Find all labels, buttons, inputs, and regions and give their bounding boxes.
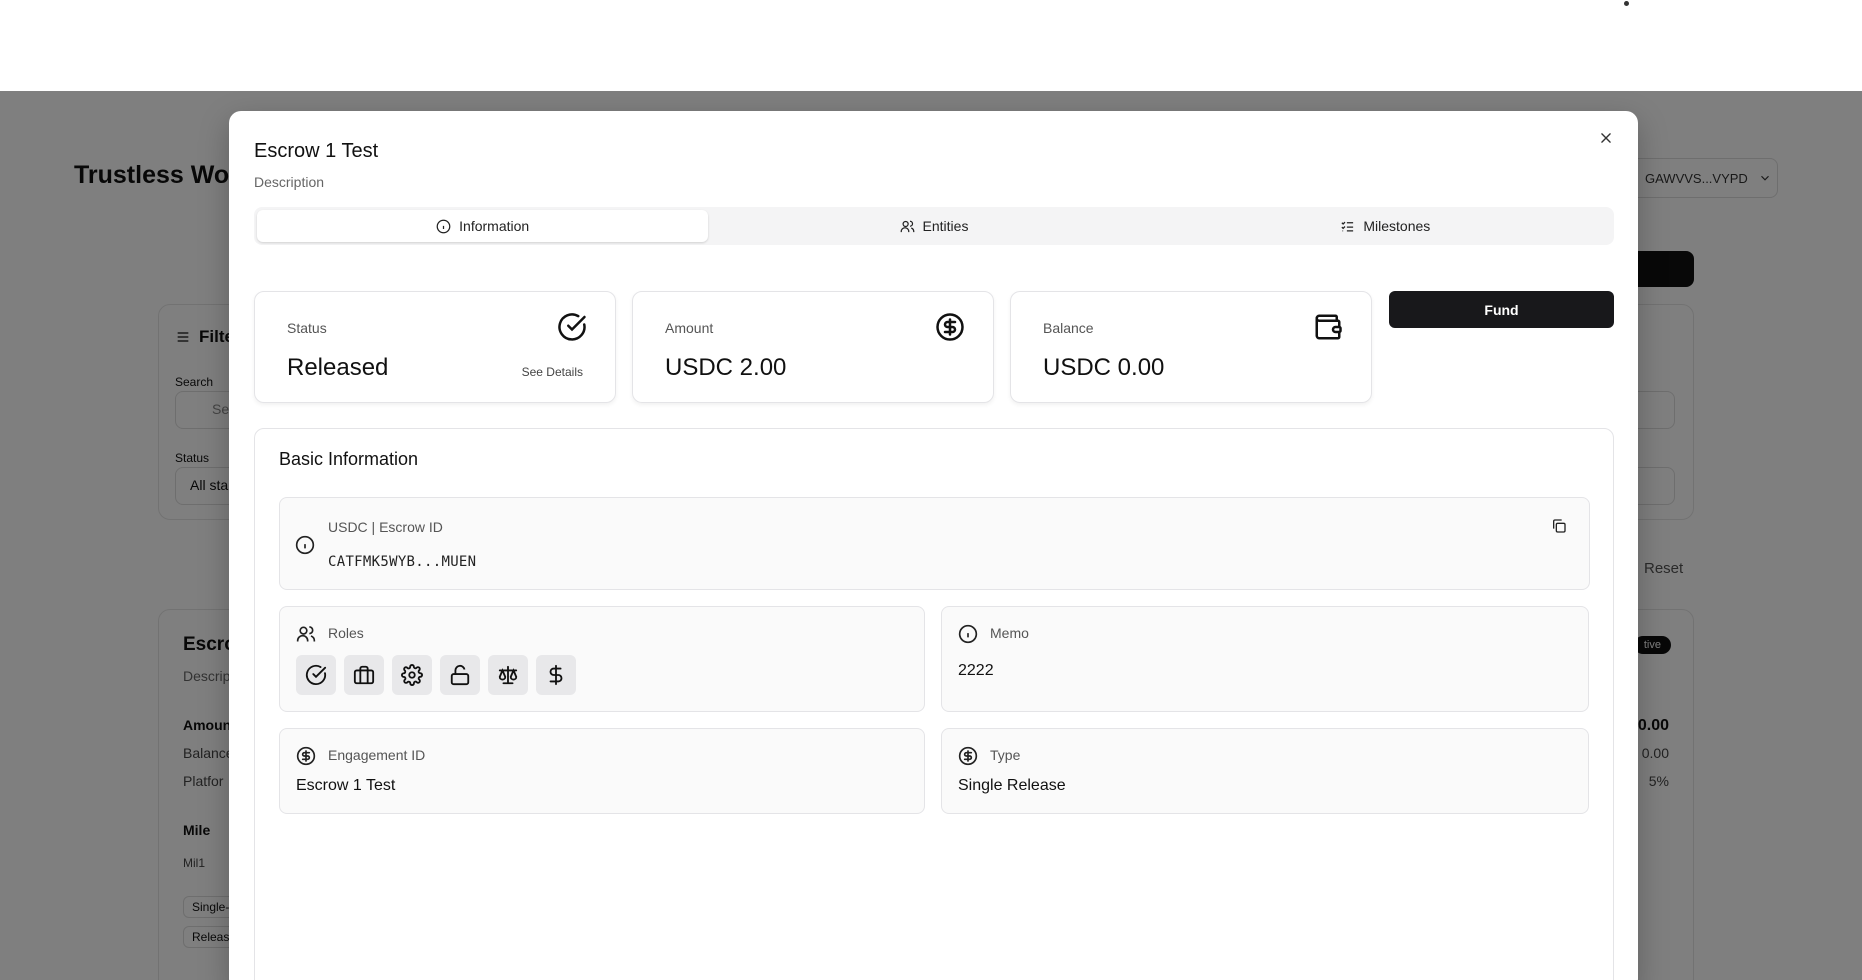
users-icon xyxy=(900,220,914,232)
receiver-role-button[interactable] xyxy=(536,655,576,695)
see-details-link[interactable]: See Details xyxy=(522,365,583,379)
top-strip xyxy=(0,0,1862,91)
unlock-icon xyxy=(450,664,470,686)
amount-value: USDC 2.00 xyxy=(665,354,787,381)
info-icon xyxy=(436,219,451,233)
list-checks-icon xyxy=(1341,221,1354,231)
escrow-details-dialog: Escrow 1 Test Description Information En… xyxy=(229,111,1638,980)
escrow-id-field: USDC | Escrow ID CATFMK5WYB...MUEN xyxy=(279,497,1590,590)
memo-field: Memo 2222 xyxy=(941,606,1589,712)
type-field: Type Single Release xyxy=(941,728,1589,814)
balance-value: USDC 0.00 xyxy=(1043,354,1165,381)
engagement-id-field: Engagement ID Escrow 1 Test xyxy=(279,728,925,814)
tab-label: Entities xyxy=(922,218,969,234)
status-card: Status Released See Details xyxy=(254,291,616,403)
release-signer-role-button[interactable] xyxy=(440,655,480,695)
fund-button[interactable]: Fund xyxy=(1389,291,1614,328)
info-icon xyxy=(295,535,315,555)
escrow-id-label: USDC | Escrow ID xyxy=(328,519,443,535)
wallet-icon xyxy=(1313,312,1343,342)
type-value: Single Release xyxy=(958,777,1066,794)
copy-icon xyxy=(1553,519,1566,533)
tab-list: Information Entities Milestones xyxy=(254,207,1614,245)
dot-icon xyxy=(1624,1,1629,6)
service-provider-role-button[interactable] xyxy=(344,655,384,695)
engagement-id-label: Engagement ID xyxy=(328,747,426,763)
close-icon xyxy=(1601,133,1611,143)
dispute-resolver-role-button[interactable] xyxy=(488,655,528,695)
info-icon xyxy=(958,624,978,644)
dialog-title: Escrow 1 Test xyxy=(254,140,379,162)
close-button[interactable] xyxy=(1596,128,1616,148)
amount-card: Amount USDC 2.00 xyxy=(632,291,994,403)
dollar-icon xyxy=(549,664,563,686)
approver-role-button[interactable] xyxy=(296,655,336,695)
tab-entities[interactable]: Entities xyxy=(708,210,1159,242)
tab-label: Milestones xyxy=(1363,218,1431,234)
balance-label: Balance xyxy=(1043,320,1094,336)
dialog-description: Description xyxy=(254,174,325,190)
dollar-circle-icon xyxy=(958,746,978,766)
type-label: Type xyxy=(990,747,1021,763)
basic-information-section: Basic Information USDC | Escrow ID CATFM… xyxy=(254,428,1614,980)
platform-role-button[interactable] xyxy=(392,655,432,695)
tab-label: Information xyxy=(459,218,530,234)
check-circle-icon xyxy=(557,312,587,342)
section-title: Basic Information xyxy=(279,449,419,469)
users-icon xyxy=(296,624,316,644)
escrow-id-value: CATFMK5WYB...MUEN xyxy=(328,554,477,570)
memo-value: 2222 xyxy=(958,662,994,679)
tab-milestones[interactable]: Milestones xyxy=(1160,210,1611,242)
status-value: Released xyxy=(287,354,389,381)
tab-information[interactable]: Information xyxy=(257,210,709,242)
gear-icon xyxy=(401,664,423,686)
role-icon-list xyxy=(296,655,576,695)
briefcase-icon xyxy=(353,665,375,685)
scale-icon xyxy=(498,665,518,685)
copy-button[interactable] xyxy=(1551,518,1567,534)
engagement-id-value: Escrow 1 Test xyxy=(296,777,396,794)
roles-field: Roles xyxy=(279,606,925,712)
roles-label: Roles xyxy=(328,625,364,641)
dollar-circle-icon xyxy=(296,746,316,766)
amount-label: Amount xyxy=(665,320,714,336)
status-label: Status xyxy=(287,320,327,336)
balance-card: Balance USDC 0.00 xyxy=(1010,291,1372,403)
check-circle-icon xyxy=(305,664,327,685)
memo-label: Memo xyxy=(990,625,1029,641)
dollar-circle-icon xyxy=(935,312,965,342)
